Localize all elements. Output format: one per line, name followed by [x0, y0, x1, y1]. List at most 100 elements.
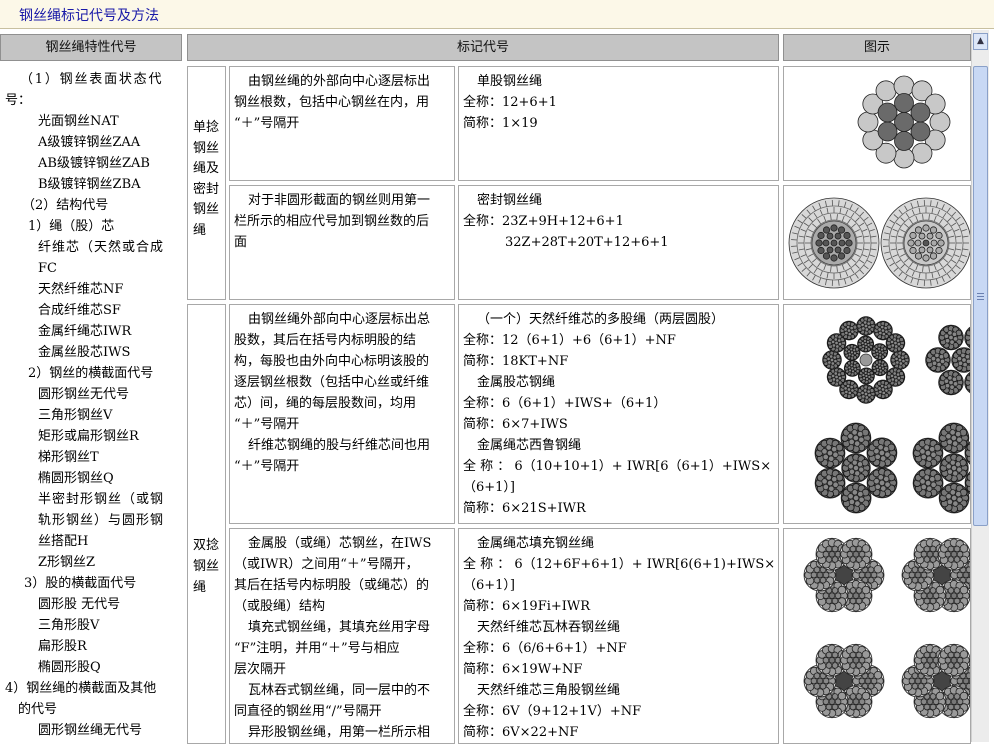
multi-strand-rope-cross-section-icon [784, 305, 971, 524]
characteristic-code-column: （1）钢丝表面状态代 号： 光面钢丝NAT A级镀锌钢丝ZAA AB级镀锌钢丝Z… [0, 62, 184, 742]
left-line: 1）绳（股）芯 [28, 216, 114, 237]
left-line: 的代号 [18, 699, 57, 720]
left-line: 3）股的横截面代号 [24, 573, 136, 594]
scroll-up-button[interactable]: ▲ [973, 33, 988, 50]
illustration-cell [783, 304, 971, 524]
marking-line: 密封钢丝绳 [477, 190, 542, 211]
category-text: 双捻 [193, 535, 219, 556]
left-line: 圆形钢丝无代号 [38, 384, 129, 405]
filler-warrington-rope-cross-section-icon [784, 529, 971, 744]
description-line: 瓦林吞式钢丝绳，同一层中的不 [248, 680, 430, 701]
left-line: AB级镀锌钢丝ZAB [38, 153, 150, 174]
marking-line: 简称：18KT+NF [463, 351, 568, 372]
left-line: 轨形钢丝）与圆形钢 [38, 510, 164, 531]
marking-line: 全称：23Z+9H+12+6+1 [463, 211, 624, 232]
description-line: 同直径的钢丝用“/”号隔开 [234, 701, 382, 722]
description-line: 其后在括号内标明股（或绳芯）的 [234, 575, 429, 596]
description-cell: 由钢丝绳的外部向中心逐层标出 钢丝根数，包括中心钢丝在内，用 “＋”号隔开 [229, 66, 455, 181]
marking-line: 全称：12（6+1）+6（6+1）+NF [463, 330, 676, 351]
marking-line: 简称：1×19 [463, 113, 538, 134]
description-line: 填充式钢丝绳，其填充丝用字母 [248, 617, 430, 638]
category-text: 绳 [193, 221, 219, 242]
category-text: 绳 [193, 577, 219, 598]
category-text: 钢丝 [193, 556, 219, 577]
left-line: 金属纤绳芯IWR [38, 321, 131, 342]
left-line: 号： [5, 90, 31, 111]
description-line: 钢丝根数，包括中心钢丝在内，用 [234, 92, 429, 113]
description-line: 对于非圆形截面的钢丝则用第一 [248, 190, 430, 211]
marking-cell: 单股钢丝绳 全称：12+6+1 简称：1×19 [458, 66, 779, 181]
left-line: B级镀锌钢丝ZBA [38, 174, 141, 195]
description-cell: 由钢丝绳外部向中心逐层标出总 股数，其后在括号内标明股的结 构，每股也由外向中心… [229, 304, 455, 524]
marking-cell: 金属绳芯填充钢丝绳 全 称 ： 6（12+6F+6+1）+ IWR[6(6+1)… [458, 528, 779, 744]
description-line: 芯）间，绳的每层股数间，均用 [234, 393, 416, 414]
marking-line: 全称：12+6+1 [463, 92, 557, 113]
left-line: （2）结构代号 [22, 195, 108, 216]
marking-line: （6+1）] [463, 477, 515, 498]
left-line: 椭圆形钢丝Q [38, 468, 114, 489]
description-line: 层次隔开 [234, 659, 286, 680]
category-text: 钢丝 [193, 200, 219, 221]
page-title: 钢丝绳标记代号及方法 [19, 5, 159, 25]
marking-line: 天然纤维芯三角股钢丝绳 [477, 680, 620, 701]
illustration-cell [783, 528, 971, 744]
category-text: 绳及 [193, 159, 219, 180]
description-line: 纤维芯钢绳的股与纤维芯间也用 [248, 435, 430, 456]
category-text: 钢丝 [193, 139, 219, 160]
left-line: 扁形股R [38, 636, 87, 657]
marking-line: 全称：6（6/6+6+1）+NF [463, 638, 627, 659]
marking-line: 简称：6×7+IWS [463, 414, 568, 435]
header-characteristic-code: 钢丝绳特性代号 [0, 34, 182, 61]
left-line: 三角形股V [38, 615, 99, 636]
left-line: 合成纤维芯SF [38, 300, 121, 321]
description-line: 面 [234, 232, 247, 253]
illustration-cell [783, 66, 971, 181]
marking-line: 简称：6V×22+NF [463, 722, 578, 743]
marking-line: （6+1）] [463, 575, 515, 596]
category-cell-single-lay: 单捻 钢丝 绳及 密封 钢丝 绳 [187, 66, 226, 300]
title-bar: 钢丝绳标记代号及方法 [0, 0, 994, 29]
description-line: 构，每股也由外向中心标明该股的 [234, 351, 429, 372]
description-line: 栏所示的相应代号加到钢丝数的后 [234, 211, 429, 232]
marking-cell: （一个）天然纤维芯的多股绳（两层圆股） 全称：12（6+1）+6（6+1）+NF… [458, 304, 779, 524]
scroll-thumb[interactable] [973, 66, 988, 526]
description-line: “＋”号隔开 [234, 456, 299, 477]
single-strand-cross-section-icon [854, 74, 954, 174]
left-line: 梯形钢丝T [38, 447, 99, 468]
description-line: “＋”号隔开 [234, 113, 299, 134]
left-line: Z形钢丝Z [38, 552, 95, 573]
marking-line: 金属股芯钢绳 [477, 372, 555, 393]
description-line: “F”注明，并用“＋”号与相应 [234, 638, 400, 659]
description-line: （或股绳）结构 [234, 596, 325, 617]
locked-coil-rope-cross-section-icon [784, 186, 971, 300]
header-illustration: 图示 [783, 34, 971, 61]
left-line: 三角形钢丝V [38, 405, 112, 426]
description-line: 由钢丝绳外部向中心逐层标出总 [248, 309, 430, 330]
marking-line: 全 称 ： 6（10+10+1）+ IWR[6（6+1）+IWS× [463, 456, 771, 477]
category-cell-double-lay: 双捻 钢丝 绳 [187, 304, 226, 744]
marking-line: 金属绳芯填充钢丝绳 [477, 533, 594, 554]
marking-line: 32Z+28T+20T+12+6+1 [505, 232, 669, 253]
illustration-cell [783, 185, 971, 300]
left-line: 纤维芯（天然或合成 [38, 237, 164, 258]
marking-line: 简称：6×21S+IWR [463, 498, 586, 519]
category-text: 单捻 [193, 118, 219, 139]
marking-line: 全称：6V（9+12+1V）+NF [463, 701, 641, 722]
left-line: 矩形或扁形钢丝R [38, 426, 139, 447]
left-line: 椭圆形股Q [38, 657, 101, 678]
left-line: 半密封形钢丝（或钢 [38, 489, 164, 510]
marking-line: 全 称 ： 6（12+6F+6+1）+ IWR[6(6+1)+IWS× [463, 554, 775, 575]
marking-line: 全称：6（6+1）+IWS+（6+1） [463, 393, 666, 414]
vertical-scrollbar[interactable]: ▲ [971, 30, 989, 742]
description-cell: 金属股（或绳）芯钢丝，在IWS （或IWR）之间用“＋”号隔开， 其后在括号内标… [229, 528, 455, 744]
marking-line: 简称：6×19W+NF [463, 659, 582, 680]
header-marking-code: 标记代号 [187, 34, 779, 61]
description-line: “＋”号隔开 [234, 414, 299, 435]
left-line: 金属丝股芯IWS [38, 342, 130, 363]
description-line: 由钢丝绳的外部向中心逐层标出 [248, 71, 430, 92]
category-text: 密封 [193, 180, 219, 201]
left-line: 光面钢丝NAT [38, 111, 119, 132]
description-line: 金属股（或绳）芯钢丝，在IWS [248, 533, 431, 554]
marking-line: 金属绳芯西鲁钢绳 [477, 435, 581, 456]
marking-line: （一个）天然纤维芯的多股绳（两层圆股） [477, 309, 724, 330]
